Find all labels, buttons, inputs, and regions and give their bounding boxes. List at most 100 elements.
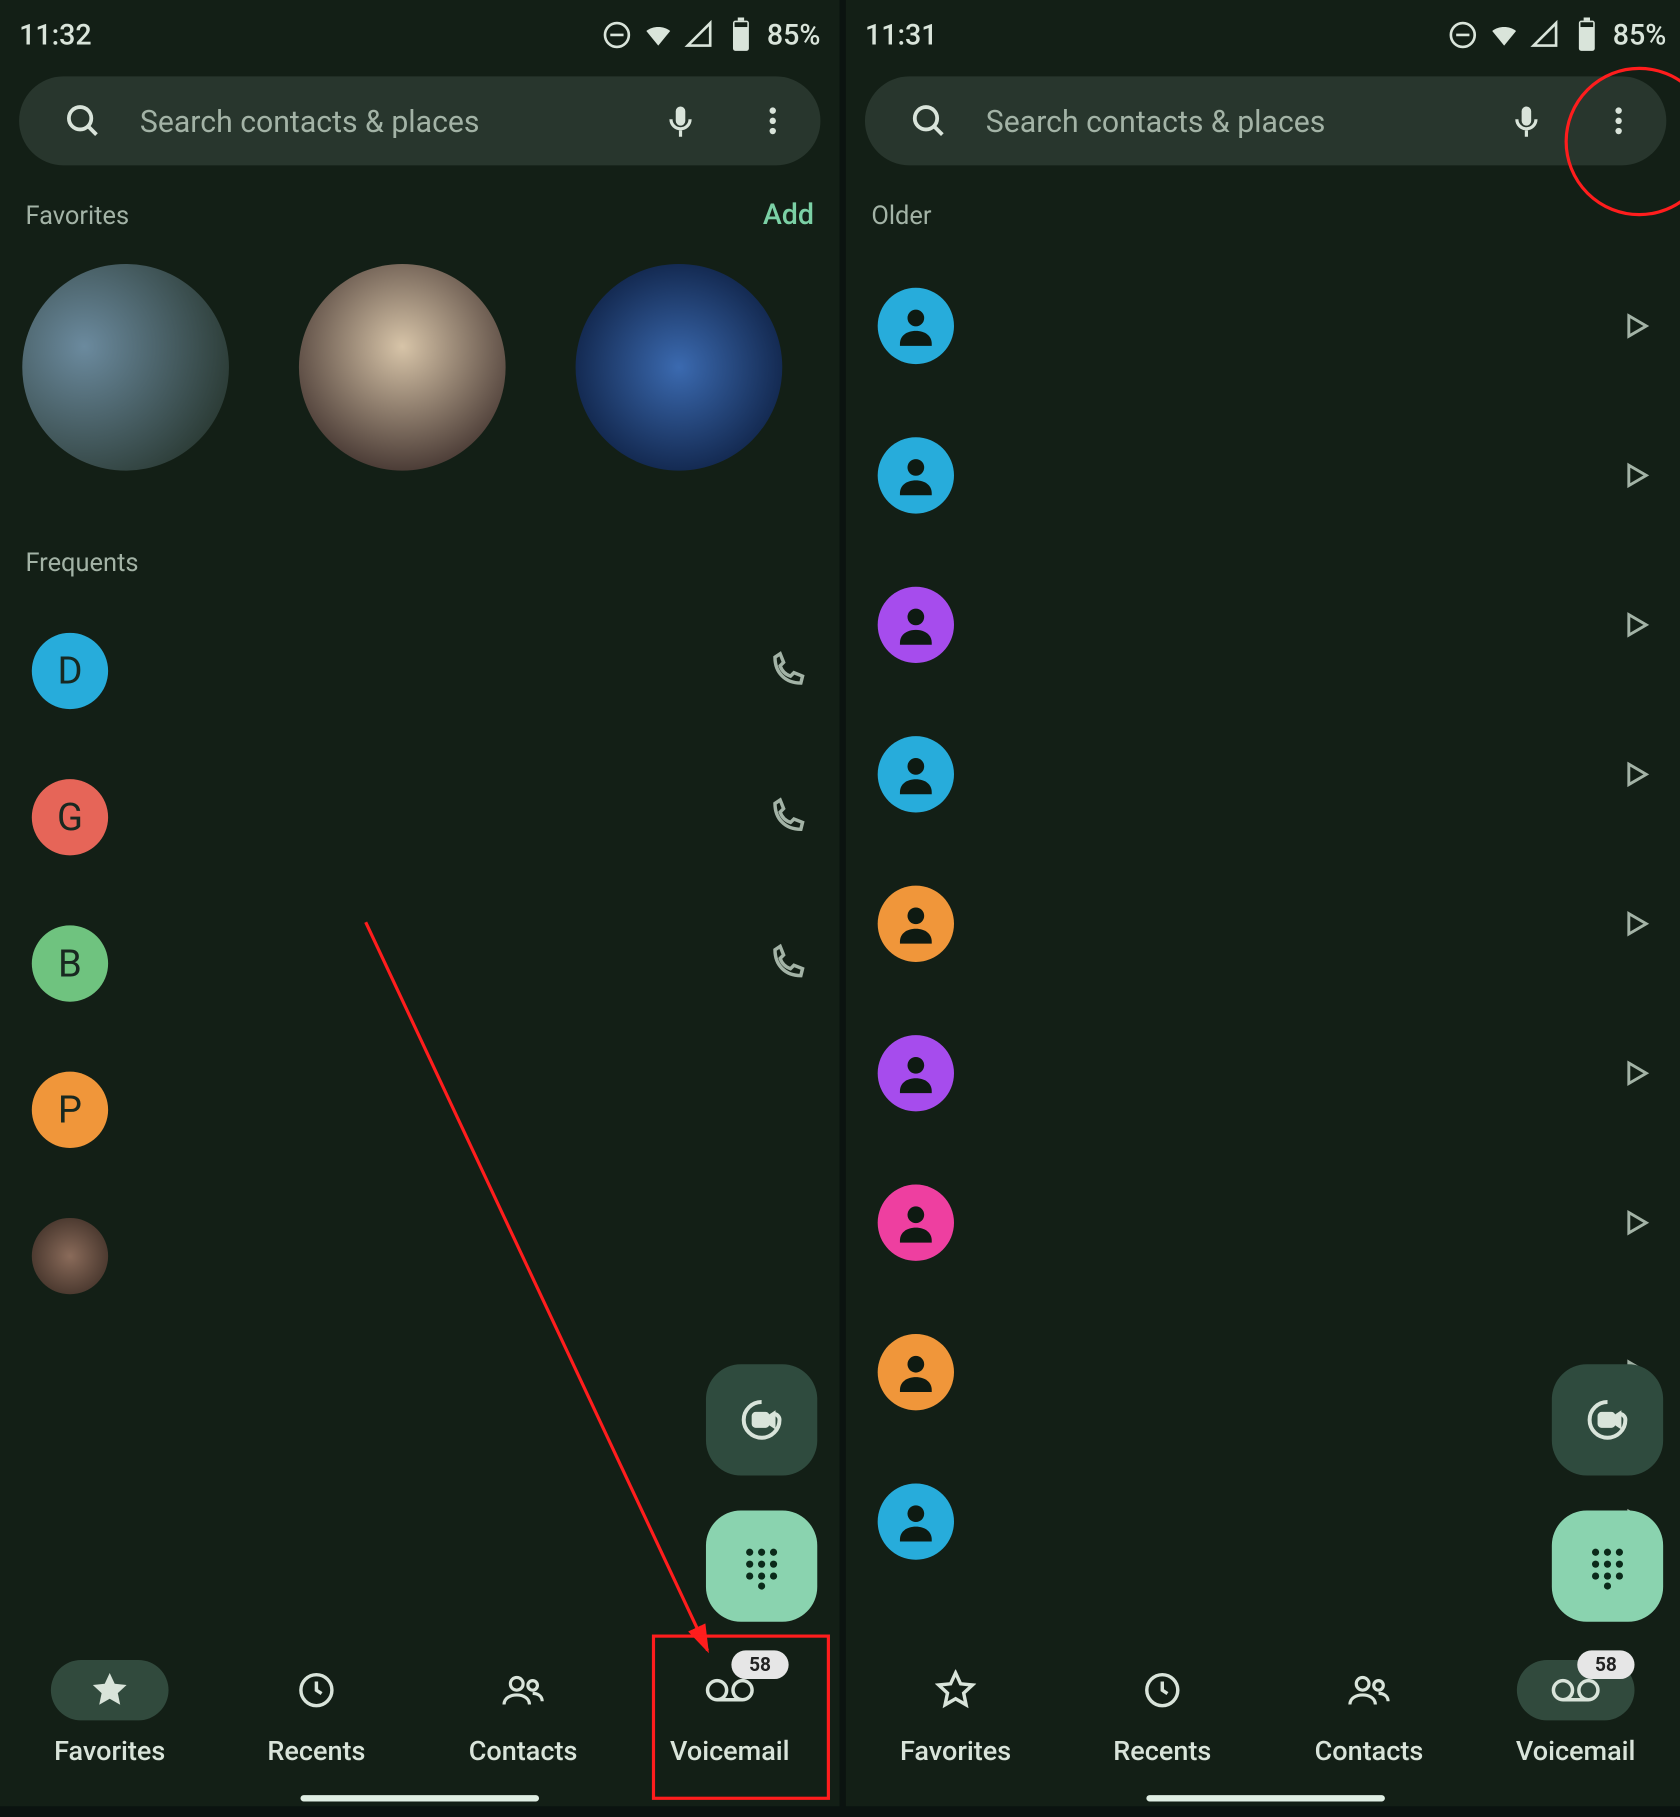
fab-stack xyxy=(1552,1364,1663,1622)
play-icon[interactable] xyxy=(1619,308,1654,343)
search-placeholder: Search contacts & places xyxy=(140,103,623,140)
bottom-nav: Favorites Recents Contacts 58 Voicemail xyxy=(846,1631,1680,1806)
favorite-contact[interactable] xyxy=(299,264,506,471)
nav-label: Contacts xyxy=(469,1736,578,1768)
voicemail-item[interactable] xyxy=(846,550,1680,699)
bottom-nav: Favorites Recents Contacts 58 Voicemail xyxy=(0,1631,840,1806)
nav-label: Contacts xyxy=(1315,1736,1424,1768)
frequents-title: Frequents xyxy=(25,546,814,576)
nav-recents[interactable]: Recents xyxy=(1061,1660,1265,1768)
nav-contacts[interactable]: Contacts xyxy=(421,1660,625,1768)
play-icon[interactable] xyxy=(1619,607,1654,642)
play-icon[interactable] xyxy=(1619,1056,1654,1091)
avatar xyxy=(878,1483,954,1559)
overflow-icon[interactable] xyxy=(1584,86,1654,156)
signal-icon xyxy=(1530,19,1562,51)
home-indicator[interactable] xyxy=(301,1795,540,1801)
avatar: G xyxy=(32,779,108,855)
avatar xyxy=(878,1185,954,1261)
play-icon[interactable] xyxy=(1619,906,1654,941)
voicemail-item[interactable] xyxy=(846,1148,1680,1297)
avatar xyxy=(878,736,954,812)
call-icon[interactable] xyxy=(766,943,807,984)
mic-icon[interactable] xyxy=(646,86,716,156)
search-icon xyxy=(894,86,964,156)
avatar xyxy=(878,1334,954,1410)
voicemail-item[interactable] xyxy=(846,999,1680,1148)
frequents-header: Frequents xyxy=(0,534,840,588)
add-favorite-button[interactable]: Add xyxy=(763,198,814,231)
nav-label: Recents xyxy=(267,1736,365,1768)
overflow-icon[interactable] xyxy=(738,86,808,156)
dialpad-fab[interactable] xyxy=(706,1511,817,1622)
voicemail-icon: 58 xyxy=(1517,1660,1635,1720)
dnd-icon xyxy=(1447,19,1479,51)
favorites-title: Favorites xyxy=(25,200,762,230)
nav-label: Voicemail xyxy=(1516,1736,1636,1768)
avatar xyxy=(878,886,954,962)
play-icon[interactable] xyxy=(1619,757,1654,792)
voicemail-icon: 58 xyxy=(671,1660,789,1720)
frequents-list: D G B P xyxy=(0,588,840,1338)
phone-screen-favorites: 11:32 85% Search contacts & places Favor… xyxy=(0,0,840,1806)
mic-icon[interactable] xyxy=(1491,86,1561,156)
avatar: D xyxy=(32,633,108,709)
frequent-contact[interactable]: B xyxy=(0,890,840,1036)
battery-icon xyxy=(1571,19,1603,51)
avatar xyxy=(878,437,954,513)
status-time: 11:31 xyxy=(865,18,938,51)
home-indicator[interactable] xyxy=(1146,1795,1385,1801)
frequent-contact[interactable]: P xyxy=(0,1037,840,1183)
nav-favorites[interactable]: Favorites xyxy=(854,1660,1058,1768)
play-icon[interactable] xyxy=(1619,1205,1654,1240)
search-icon xyxy=(48,86,118,156)
video-call-fab[interactable] xyxy=(706,1364,817,1475)
favorites-row xyxy=(0,242,840,535)
status-time: 11:32 xyxy=(19,18,92,51)
dnd-icon xyxy=(601,19,633,51)
frequent-contact[interactable]: D xyxy=(0,598,840,744)
voicemail-item[interactable] xyxy=(846,849,1680,998)
status-bar: 11:32 85% xyxy=(0,0,840,64)
favorite-contact[interactable] xyxy=(22,264,229,471)
people-icon xyxy=(1310,1660,1428,1720)
battery-icon xyxy=(725,19,757,51)
favorite-contact[interactable] xyxy=(576,264,783,471)
battery-percent: 85% xyxy=(767,18,821,51)
wifi-icon xyxy=(1489,19,1521,51)
search-bar[interactable]: Search contacts & places xyxy=(19,76,820,165)
voicemail-badge: 58 xyxy=(1577,1650,1634,1679)
older-title: Older xyxy=(871,200,1660,230)
nav-voicemail[interactable]: 58 Voicemail xyxy=(628,1660,832,1768)
older-header: Older xyxy=(846,188,1680,242)
clock-icon xyxy=(1103,1660,1221,1720)
dialpad-fab[interactable] xyxy=(1552,1511,1663,1622)
voicemail-item[interactable] xyxy=(846,700,1680,849)
fab-stack xyxy=(706,1364,817,1622)
nav-favorites[interactable]: Favorites xyxy=(8,1660,212,1768)
avatar xyxy=(878,587,954,663)
nav-recents[interactable]: Recents xyxy=(215,1660,419,1768)
avatar: B xyxy=(32,925,108,1001)
voicemail-item[interactable] xyxy=(846,251,1680,400)
people-icon xyxy=(464,1660,582,1720)
search-bar[interactable]: Search contacts & places xyxy=(865,76,1666,165)
wifi-icon xyxy=(643,19,675,51)
nav-label: Favorites xyxy=(900,1736,1011,1768)
frequent-contact[interactable]: G xyxy=(0,744,840,890)
signal-icon xyxy=(684,19,716,51)
video-call-fab[interactable] xyxy=(1552,1364,1663,1475)
nav-voicemail[interactable]: 58 Voicemail xyxy=(1474,1660,1678,1768)
clock-icon xyxy=(258,1660,376,1720)
search-placeholder: Search contacts & places xyxy=(986,103,1469,140)
play-icon[interactable] xyxy=(1619,458,1654,493)
call-icon[interactable] xyxy=(766,797,807,838)
favorites-header: Favorites Add xyxy=(0,188,840,242)
voicemail-item[interactable] xyxy=(846,401,1680,550)
frequent-contact[interactable] xyxy=(0,1183,840,1329)
nav-contacts[interactable]: Contacts xyxy=(1267,1660,1471,1768)
avatar xyxy=(878,288,954,364)
status-bar: 11:31 85% xyxy=(846,0,1680,64)
call-icon[interactable] xyxy=(766,650,807,691)
nav-label: Voicemail xyxy=(670,1736,790,1768)
